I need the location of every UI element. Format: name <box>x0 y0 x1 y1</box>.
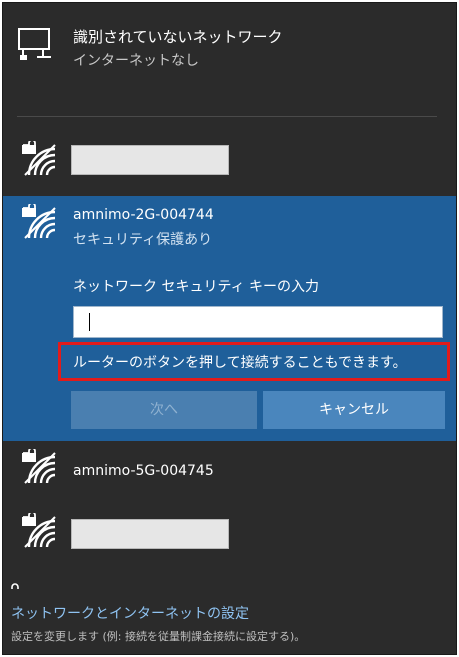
wifi-secured-icon <box>11 583 19 589</box>
ethernet-icon <box>18 28 51 60</box>
network-status: セキュリティ保護あり <box>73 232 213 248</box>
wifi-network-item[interactable] <box>3 503 456 565</box>
network-name: amnimo-2G-004744 <box>73 207 214 223</box>
wifi-secured-icon <box>22 204 56 239</box>
wifi-secured-icon <box>22 513 56 548</box>
network-name: 識別されていないネットワーク <box>73 28 283 46</box>
network-settings-link[interactable]: ネットワークとインターネットの設定 <box>11 603 249 623</box>
text-caret <box>89 313 90 331</box>
security-key-label: ネットワーク セキュリティ キーの入力 <box>73 279 320 295</box>
network-item-unidentified[interactable]: 識別されていないネットワーク インターネットなし <box>3 3 456 115</box>
network-status: インターネットなし <box>73 53 199 69</box>
redacted-network-name <box>71 519 229 549</box>
router-button-hint: ルーターのボタンを押して接続することもできます。 <box>73 355 407 371</box>
wifi-network-item[interactable]: amnimo-5G-004745 <box>3 441 456 501</box>
network-name: amnimo-5G-004745 <box>73 463 214 479</box>
next-button[interactable]: 次へ <box>71 391 257 429</box>
network-settings-description: 設定を変更します (例: 接続を従量制課金接続に設定する)。 <box>11 630 306 643</box>
wifi-network-item-selected[interactable]: amnimo-2G-004744 セキュリティ保護あり ネットワーク セキュリテ… <box>3 196 456 441</box>
divider <box>17 116 437 117</box>
network-flyout: 識別されていないネットワーク インターネットなし amnimo-2G-00474… <box>2 2 457 655</box>
wifi-network-item[interactable] <box>3 131 456 189</box>
wifi-secured-icon <box>22 141 56 176</box>
security-key-input[interactable] <box>73 306 443 338</box>
cancel-button[interactable]: キャンセル <box>263 391 445 429</box>
redacted-network-name <box>71 145 229 175</box>
wifi-secured-icon <box>22 449 56 484</box>
